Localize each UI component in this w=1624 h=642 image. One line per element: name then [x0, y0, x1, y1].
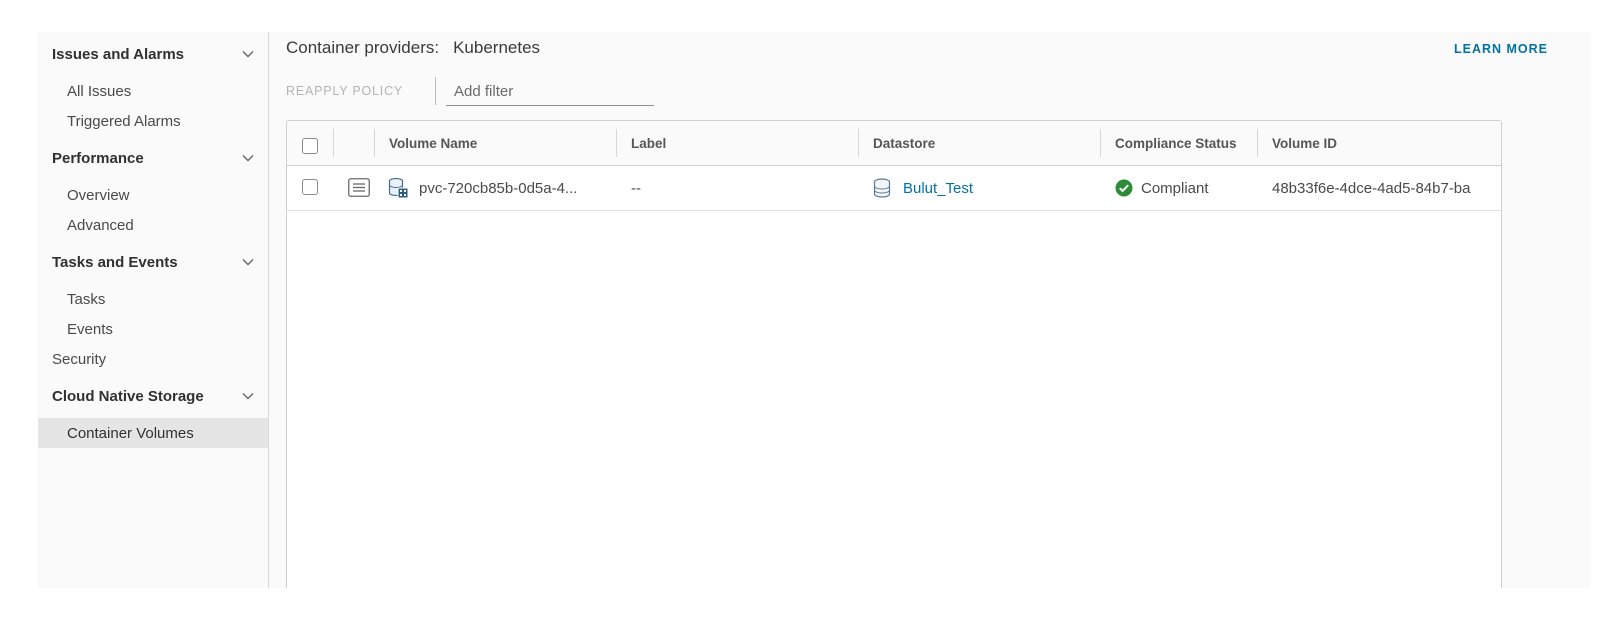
sidebar: Issues and Alarms All Issues Triggered A… — [38, 32, 269, 588]
column-header-label[interactable]: Label — [616, 121, 858, 165]
container-providers-label: Container providers: — [286, 38, 440, 57]
sidebar-section-label: Performance — [52, 149, 144, 167]
chevron-down-icon — [242, 155, 254, 162]
table-header: Volume Name Label Datastore Compliance S… — [287, 121, 1501, 166]
sidebar-item-all-issues[interactable]: All Issues — [38, 77, 268, 105]
sidebar-section-issues-and-alarms[interactable]: Issues and Alarms — [38, 40, 268, 68]
label-cell: -- — [631, 179, 641, 197]
sidebar-item-overview[interactable]: Overview — [38, 181, 268, 209]
sidebar-item-label: Security — [52, 350, 107, 368]
row-checkbox[interactable] — [302, 179, 318, 195]
learn-more-link[interactable]: LEARN MORE — [1454, 42, 1548, 56]
sidebar-item-label: Triggered Alarms — [67, 112, 181, 130]
volumes-table: Volume Name Label Datastore Compliance S… — [286, 120, 1502, 588]
compliance-status-value: Compliant — [1141, 179, 1209, 197]
chevron-down-icon — [242, 393, 254, 400]
datastore-link[interactable]: Bulut_Test — [903, 180, 973, 197]
volume-name-cell: pvc-720cb85b-0d5a-4... — [374, 166, 616, 210]
toolbar-divider — [435, 77, 436, 105]
sidebar-section-label: Issues and Alarms — [52, 45, 185, 63]
datastore-icon — [873, 178, 891, 198]
main-content: Container providers: Kubernetes LEARN MOR… — [269, 32, 1590, 588]
sidebar-item-tasks[interactable]: Tasks — [38, 285, 268, 313]
column-header-volume-name[interactable]: Volume Name — [374, 121, 616, 165]
app-frame: Issues and Alarms All Issues Triggered A… — [38, 32, 1590, 588]
sidebar-item-label: Advanced — [67, 216, 134, 234]
column-header-volume-id[interactable]: Volume ID — [1257, 121, 1501, 165]
sidebar-item-container-volumes[interactable]: Container Volumes — [38, 418, 268, 448]
sidebar-item-label: Container Volumes — [67, 424, 194, 442]
filter-input[interactable] — [446, 78, 654, 106]
sidebar-item-events[interactable]: Events — [38, 315, 268, 343]
sidebar-item-security[interactable]: Security — [38, 345, 268, 373]
container-providers-value: Kubernetes — [453, 38, 541, 57]
volume-id-cell: 48b33f6e-4dce-4ad5-84b7-ba — [1272, 179, 1471, 197]
check-circle-icon — [1115, 179, 1133, 197]
volume-icon — [388, 177, 409, 199]
sidebar-item-label: Overview — [67, 186, 130, 204]
sidebar-item-triggered-alarms[interactable]: Triggered Alarms — [38, 107, 268, 135]
sidebar-section-performance[interactable]: Performance — [38, 144, 268, 172]
sidebar-item-advanced[interactable]: Advanced — [38, 211, 268, 239]
sidebar-section-label: Cloud Native Storage — [52, 387, 204, 405]
chevron-down-icon — [242, 259, 254, 266]
datastore-cell: Bulut_Test — [858, 166, 1100, 210]
sidebar-item-label: Events — [67, 320, 113, 338]
sidebar-item-label: Tasks — [67, 290, 106, 308]
reapply-policy-button[interactable]: REAPPLY POLICY — [286, 84, 403, 98]
column-header-compliance-status[interactable]: Compliance Status — [1100, 121, 1257, 165]
sidebar-section-label: Tasks and Events — [52, 253, 178, 271]
volume-name-value: pvc-720cb85b-0d5a-4... — [419, 179, 578, 197]
chevron-down-icon — [242, 51, 254, 58]
page-title: Container providers: Kubernetes — [286, 38, 540, 58]
column-divider — [333, 129, 334, 157]
sidebar-item-label: All Issues — [67, 82, 132, 100]
column-header-datastore[interactable]: Datastore — [858, 121, 1100, 165]
select-all-checkbox[interactable] — [302, 138, 318, 154]
compliance-status-cell: Compliant — [1100, 166, 1257, 210]
sidebar-section-cloud-native-storage[interactable]: Cloud Native Storage — [38, 382, 268, 410]
table-row[interactable]: pvc-720cb85b-0d5a-4... -- Bulut_Test Com… — [287, 166, 1501, 211]
details-icon[interactable] — [348, 178, 370, 197]
sidebar-section-tasks-and-events[interactable]: Tasks and Events — [38, 248, 268, 276]
